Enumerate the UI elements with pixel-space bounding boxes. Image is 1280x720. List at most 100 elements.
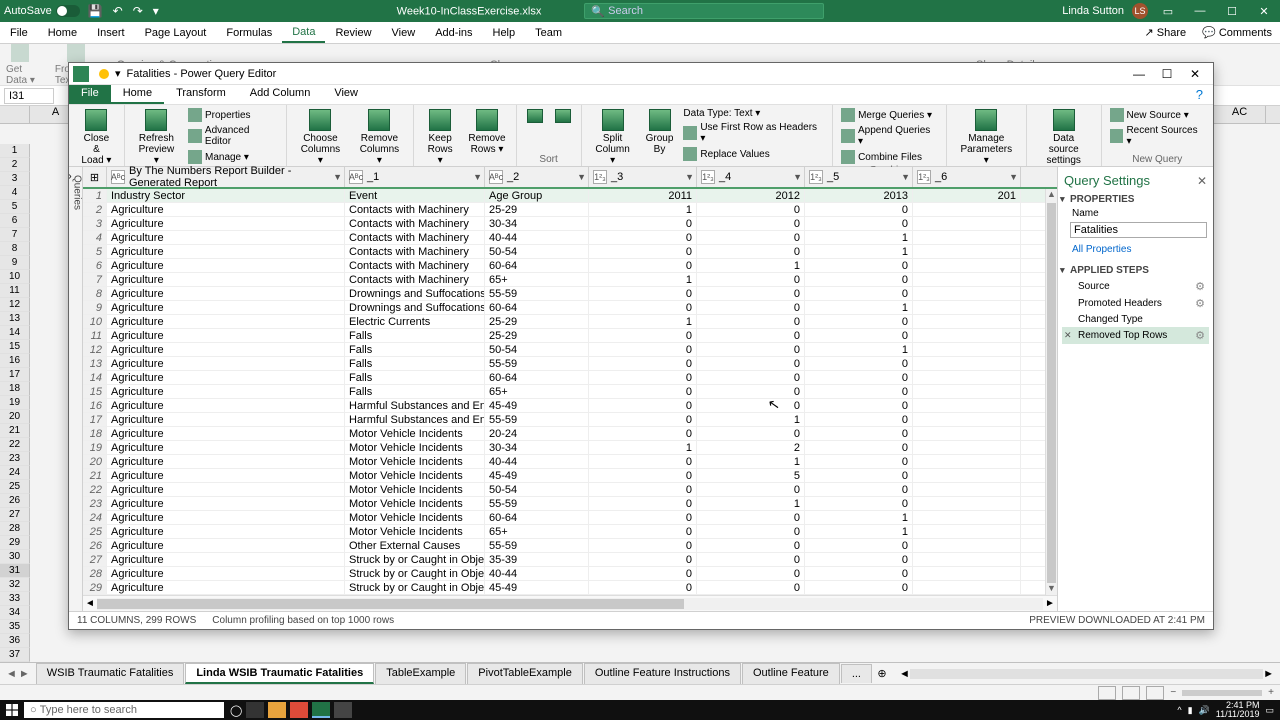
row-header[interactable]: 3 bbox=[0, 172, 30, 186]
select-all-triangle[interactable] bbox=[0, 106, 30, 123]
table-cell[interactable]: Agriculture bbox=[107, 301, 345, 314]
table-cell[interactable]: 55-59 bbox=[485, 497, 589, 510]
table-cell[interactable]: 0 bbox=[805, 259, 913, 272]
table-row[interactable]: 18AgricultureMotor Vehicle Incidents20-2… bbox=[83, 427, 1057, 441]
first-row-headers-button[interactable]: Use First Row as Headers ▾ bbox=[681, 121, 826, 145]
row-header[interactable]: 36 bbox=[0, 634, 30, 648]
table-cell[interactable]: 1 bbox=[805, 343, 913, 356]
applied-step[interactable]: Removed Top Rows⚙ bbox=[1062, 327, 1209, 344]
row-header[interactable]: 14 bbox=[0, 326, 30, 340]
text-type-icon[interactable]: Aᴮᴄ bbox=[489, 170, 503, 184]
get-data-button[interactable]: GetData ▾ bbox=[6, 44, 35, 86]
table-cell[interactable]: Contacts with Machinery bbox=[345, 259, 485, 272]
table-cell[interactable]: 35-39 bbox=[485, 553, 589, 566]
normal-view-icon[interactable] bbox=[1098, 686, 1116, 700]
tab-team[interactable]: Team bbox=[525, 24, 572, 42]
table-cell[interactable]: Agriculture bbox=[107, 399, 345, 412]
append-queries-button[interactable]: Append Queries ▾ bbox=[839, 124, 940, 148]
table-row[interactable]: 15AgricultureFalls65+000 bbox=[83, 385, 1057, 399]
column-header[interactable]: AC bbox=[1214, 106, 1266, 123]
table-row[interactable]: 24AgricultureMotor Vehicle Incidents60-6… bbox=[83, 511, 1057, 525]
table-row[interactable]: 21AgricultureMotor Vehicle Incidents45-4… bbox=[83, 469, 1057, 483]
table-cell[interactable]: Falls bbox=[345, 385, 485, 398]
table-cell[interactable] bbox=[913, 301, 1021, 314]
pq-column-header[interactable]: Aᴮᴄ_1▼ bbox=[345, 167, 485, 187]
table-cell[interactable]: 0 bbox=[805, 371, 913, 384]
table-cell[interactable]: Other External Causes bbox=[345, 539, 485, 552]
table-cell[interactable]: 1 bbox=[697, 455, 805, 468]
table-row[interactable]: 2AgricultureContacts with Machinery25-29… bbox=[83, 203, 1057, 217]
table-row[interactable]: 17AgricultureHarmful Substances and Envi… bbox=[83, 413, 1057, 427]
table-cell[interactable] bbox=[913, 469, 1021, 482]
table-cell[interactable]: Electric Currents bbox=[345, 315, 485, 328]
ribbon-options-icon[interactable]: ▭ bbox=[1156, 5, 1180, 18]
table-cell[interactable]: Agriculture bbox=[107, 315, 345, 328]
group-by-button[interactable]: GroupBy bbox=[642, 107, 678, 157]
gear-icon[interactable]: ⚙ bbox=[1195, 329, 1205, 342]
table-cell[interactable]: 0 bbox=[589, 357, 697, 370]
table-cell[interactable]: 1 bbox=[805, 245, 913, 258]
table-cell[interactable]: 0 bbox=[589, 245, 697, 258]
table-cell[interactable]: Contacts with Machinery bbox=[345, 217, 485, 230]
table-cell[interactable]: 0 bbox=[805, 413, 913, 426]
table-cell[interactable] bbox=[913, 371, 1021, 384]
table-cell[interactable]: Motor Vehicle Incidents bbox=[345, 483, 485, 496]
scroll-right-icon[interactable]: ► bbox=[1043, 598, 1057, 609]
column-filter-icon[interactable]: ▼ bbox=[473, 172, 482, 182]
row-header[interactable]: 22 bbox=[0, 438, 30, 452]
row-header[interactable]: 7 bbox=[0, 228, 30, 242]
table-cell[interactable] bbox=[913, 231, 1021, 244]
table-cell[interactable]: 0 bbox=[697, 525, 805, 538]
row-header[interactable]: 26 bbox=[0, 494, 30, 508]
table-cell[interactable]: Industry Sector bbox=[107, 189, 345, 202]
table-cell[interactable]: Motor Vehicle Incidents bbox=[345, 497, 485, 510]
combine-files-button[interactable]: Combine Files bbox=[839, 149, 940, 165]
row-header[interactable]: 19 bbox=[0, 396, 30, 410]
queries-pane-collapsed[interactable]: › Queries bbox=[69, 167, 83, 611]
table-cell[interactable]: 60-64 bbox=[485, 511, 589, 524]
table-cell[interactable]: 201 bbox=[913, 189, 1021, 202]
column-filter-icon[interactable]: ▼ bbox=[577, 172, 586, 182]
table-cell[interactable]: 1 bbox=[805, 525, 913, 538]
table-cell[interactable]: 0 bbox=[805, 203, 913, 216]
taskbar-search[interactable]: ○ Type here to search bbox=[24, 702, 224, 718]
sheet-tab[interactable]: WSIB Traumatic Fatalities bbox=[36, 663, 185, 684]
table-cell[interactable] bbox=[913, 553, 1021, 566]
table-cell[interactable]: 1 bbox=[805, 301, 913, 314]
table-cell[interactable]: 25-29 bbox=[485, 329, 589, 342]
toggle-off-icon[interactable] bbox=[56, 5, 80, 17]
sheet-tab-overflow[interactable]: ... bbox=[841, 664, 872, 683]
table-cell[interactable]: 65+ bbox=[485, 385, 589, 398]
table-cell[interactable] bbox=[913, 343, 1021, 356]
table-cell[interactable]: 0 bbox=[697, 315, 805, 328]
table-row[interactable]: 12AgricultureFalls50-54001 bbox=[83, 343, 1057, 357]
table-cell[interactable]: Agriculture bbox=[107, 413, 345, 426]
table-cell[interactable]: 0 bbox=[697, 287, 805, 300]
table-cell[interactable]: 30-34 bbox=[485, 217, 589, 230]
pq-maximize-icon[interactable]: ☐ bbox=[1153, 67, 1181, 81]
pq-tab-transform[interactable]: Transform bbox=[164, 85, 238, 104]
row-header[interactable]: 8 bbox=[0, 242, 30, 256]
table-cell[interactable]: Agriculture bbox=[107, 231, 345, 244]
table-cell[interactable]: Agriculture bbox=[107, 511, 345, 524]
row-header[interactable]: 6 bbox=[0, 214, 30, 228]
number-type-icon[interactable]: 1²₃ bbox=[809, 170, 823, 184]
sort-asc-button[interactable] bbox=[523, 107, 547, 125]
table-cell[interactable]: 0 bbox=[589, 287, 697, 300]
tab-page-layout[interactable]: Page Layout bbox=[135, 24, 217, 42]
sheet-nav-arrows[interactable]: ◄► bbox=[6, 668, 30, 680]
row-header[interactable]: 24 bbox=[0, 466, 30, 480]
autosave-toggle[interactable]: AutoSave bbox=[4, 5, 80, 17]
table-cell[interactable]: 0 bbox=[589, 413, 697, 426]
table-cell[interactable]: 0 bbox=[697, 203, 805, 216]
table-cell[interactable]: 1 bbox=[589, 273, 697, 286]
column-filter-icon[interactable]: ▼ bbox=[1009, 172, 1018, 182]
table-cell[interactable]: Agriculture bbox=[107, 343, 345, 356]
table-cell[interactable]: 0 bbox=[589, 553, 697, 566]
row-header[interactable]: 10 bbox=[0, 270, 30, 284]
start-button[interactable] bbox=[2, 700, 22, 720]
table-cell[interactable]: Agriculture bbox=[107, 203, 345, 216]
table-cell[interactable] bbox=[913, 525, 1021, 538]
pq-tab-view[interactable]: View bbox=[322, 85, 370, 104]
table-cell[interactable]: Agriculture bbox=[107, 329, 345, 342]
